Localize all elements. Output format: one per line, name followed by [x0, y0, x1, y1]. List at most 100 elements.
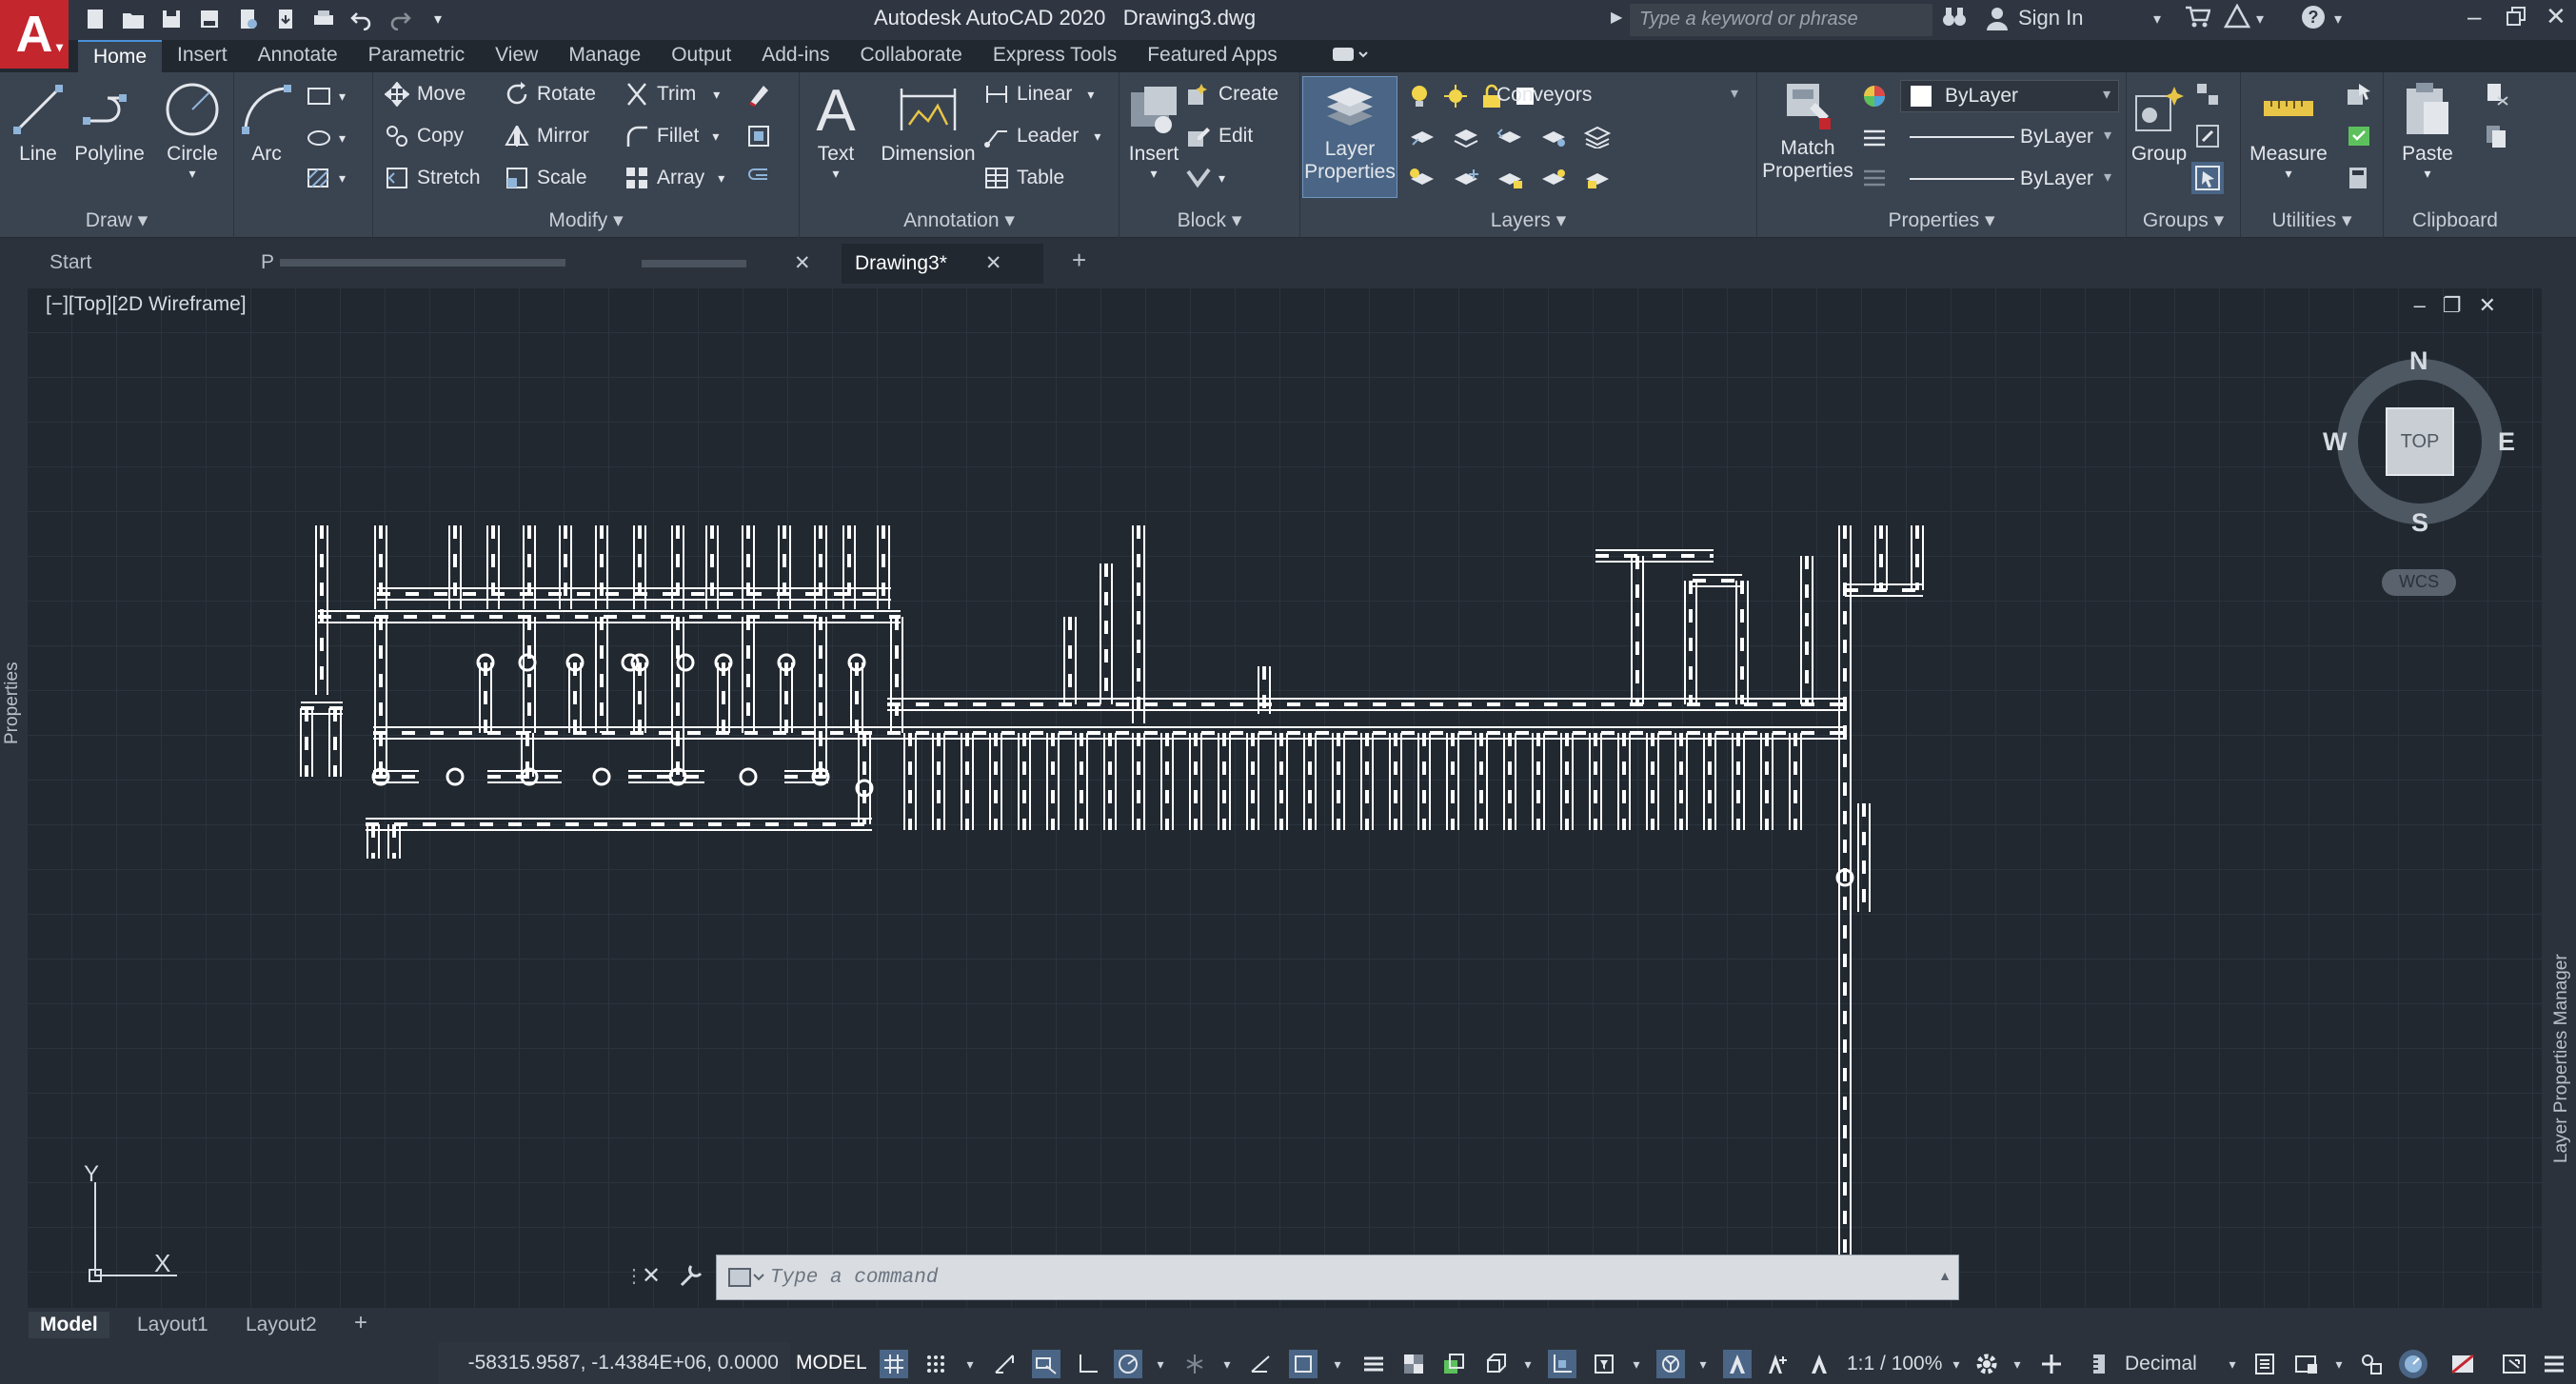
tab-view[interactable]: View	[480, 40, 553, 72]
conveyor-segment[interactable]	[328, 708, 342, 777]
block-panel-title[interactable]: Block ▾	[1120, 208, 1299, 232]
conveyor-merge-node[interactable]	[676, 653, 695, 672]
conveyor-segment[interactable]	[814, 525, 827, 609]
conveyor-segment[interactable]	[1646, 733, 1659, 830]
conveyor-segment[interactable]	[961, 733, 974, 830]
conveyor-segment[interactable]	[717, 662, 730, 733]
conveyor-segment[interactable]	[568, 662, 582, 733]
tab-output[interactable]: Output	[656, 40, 746, 72]
save-as-icon[interactable]	[194, 4, 225, 34]
open-folder-icon[interactable]	[118, 4, 149, 34]
help-icon[interactable]: ?	[2300, 4, 2327, 36]
clean-screen-disabled-icon[interactable]	[2448, 1350, 2477, 1378]
conveyor-segment[interactable]	[1275, 733, 1288, 830]
conveyor-segment[interactable]	[1332, 733, 1345, 830]
conveyor-segment[interactable]	[1589, 733, 1602, 830]
text-button[interactable]: A Text ▾	[807, 76, 864, 182]
conveyor-segment[interactable]	[1911, 525, 1924, 590]
conveyor-merge-node[interactable]	[739, 767, 758, 786]
copy-button[interactable]: Copy	[385, 124, 464, 148]
offset-icon[interactable]	[746, 166, 771, 190]
quick-properties-icon[interactable]	[2250, 1350, 2279, 1378]
scale-button[interactable]: Scale	[505, 166, 587, 190]
group-selection-icon[interactable]	[2191, 162, 2224, 194]
conveyor-segment[interactable]	[1100, 563, 1113, 704]
layer-lock-icon[interactable]	[1496, 168, 1523, 196]
ungroup-icon[interactable]	[2195, 82, 2220, 107]
layout-tab-layout2[interactable]: Layout2	[234, 1312, 328, 1338]
dynamic-input-icon[interactable]	[1032, 1350, 1060, 1378]
conveyor-segment[interactable]	[595, 525, 608, 609]
command-line-grip-icon[interactable]: ⋮	[624, 1264, 644, 1288]
conveyor-segment[interactable]	[1446, 733, 1459, 830]
tab-collaborate[interactable]: Collaborate	[844, 40, 977, 72]
layer-off-icon[interactable]	[1409, 168, 1436, 196]
minimize-window-icon[interactable]: –	[2467, 2, 2481, 31]
tab-add-ins[interactable]: Add-ins	[746, 40, 844, 72]
file-tab-2[interactable]: P	[248, 244, 609, 284]
mirror-button[interactable]: Mirror	[505, 124, 589, 148]
conveyor-segment[interactable]	[315, 525, 328, 609]
line-button[interactable]: Line	[8, 76, 69, 166]
chevron-down-icon[interactable]: ▾	[1689, 1350, 1717, 1378]
chevron-down-icon[interactable]: ▾	[1942, 1350, 1971, 1378]
file-tab-start[interactable]: Start	[36, 244, 246, 284]
conveyor-segment[interactable]	[1189, 733, 1202, 830]
group-edit-icon[interactable]	[2195, 124, 2220, 148]
groups-panel-title[interactable]: Groups ▾	[2127, 208, 2240, 232]
workspace-gear-icon[interactable]	[1972, 1350, 2001, 1378]
conveyor-segment[interactable]	[479, 662, 492, 733]
chevron-down-icon[interactable]: ▾	[2256, 10, 2264, 29]
cut-icon[interactable]	[2485, 82, 2509, 107]
chevron-down-icon[interactable]: ▾	[956, 1350, 984, 1378]
conveyor-segment[interactable]	[850, 662, 863, 733]
new-file-icon[interactable]	[80, 4, 110, 34]
dimension-button[interactable]: Dimension	[876, 76, 981, 166]
table-button[interactable]: Table	[984, 166, 1064, 190]
conveyor-segment[interactable]	[1417, 733, 1431, 830]
draw-panel-title[interactable]: Draw ▾	[0, 208, 233, 232]
lineweight-icon[interactable]	[1862, 168, 1887, 188]
conveyor-segment[interactable]	[486, 525, 500, 609]
conveyor-segment[interactable]	[1303, 733, 1317, 830]
close-tab-icon[interactable]: ✕	[794, 252, 811, 274]
new-tab-plus-icon[interactable]: +	[1059, 244, 1100, 284]
chevron-down-icon[interactable]: ▾	[1146, 1350, 1175, 1378]
layer-freeze-icon[interactable]	[1453, 168, 1479, 196]
tab-manage[interactable]: Manage	[553, 40, 656, 72]
help-search-input[interactable]: Type a keyword or phrase	[1630, 4, 1932, 36]
lineweight-display-icon[interactable]	[1359, 1350, 1388, 1378]
layer-isolate-icon[interactable]	[1540, 126, 1567, 154]
command-history-toggle-icon[interactable]: ▲	[1938, 1268, 1952, 1283]
customize-command-line-icon[interactable]	[678, 1262, 704, 1294]
color-wheel-icon[interactable]	[1862, 84, 1887, 109]
cursor-coordinates[interactable]: -58315.9587, -1.4384E+06, 0.0000	[438, 1342, 790, 1384]
conveyor-segment[interactable]	[671, 617, 684, 733]
conveyor-segment[interactable]	[1503, 733, 1516, 830]
conveyor-segment[interactable]	[887, 698, 1847, 711]
viewcube[interactable]: TOP N S W E	[2323, 346, 2515, 537]
conveyor-segment[interactable]	[1389, 733, 1402, 830]
conveyor-merge-node[interactable]	[446, 767, 465, 786]
undo-icon[interactable]	[347, 4, 377, 34]
conveyor-segment[interactable]	[374, 617, 387, 733]
command-input[interactable]: Type a command	[716, 1255, 1959, 1300]
edit-block-button[interactable]: Edit	[1186, 124, 1253, 148]
conveyor-segment[interactable]	[559, 525, 572, 609]
annotation-scale-icon[interactable]	[1805, 1350, 1833, 1378]
match-properties-button[interactable]: Match Properties	[1757, 76, 1858, 183]
annotation-panel-title[interactable]: Annotation ▾	[800, 208, 1119, 232]
conveyor-segment[interactable]	[932, 733, 945, 830]
dynamic-ucs-icon[interactable]	[1548, 1350, 1576, 1378]
lineweight-dropdown[interactable]: ByLayer ▾	[1900, 164, 2119, 196]
stretch-button[interactable]: Stretch	[385, 166, 481, 190]
ortho-mode-icon[interactable]	[1074, 1350, 1102, 1378]
conveyor-segment[interactable]	[742, 525, 755, 609]
conveyor-segment[interactable]	[1693, 574, 1742, 587]
chevron-down-icon[interactable]: ▾	[2218, 1350, 2247, 1378]
conveyor-segment[interactable]	[1360, 733, 1374, 830]
file-tab-drawing3[interactable]: Drawing3* ✕	[842, 244, 1043, 284]
conveyor-segment[interactable]	[1595, 549, 1714, 563]
conveyor-segment[interactable]	[1218, 733, 1231, 830]
chevron-down-icon[interactable]: ▾	[2241, 166, 2336, 182]
